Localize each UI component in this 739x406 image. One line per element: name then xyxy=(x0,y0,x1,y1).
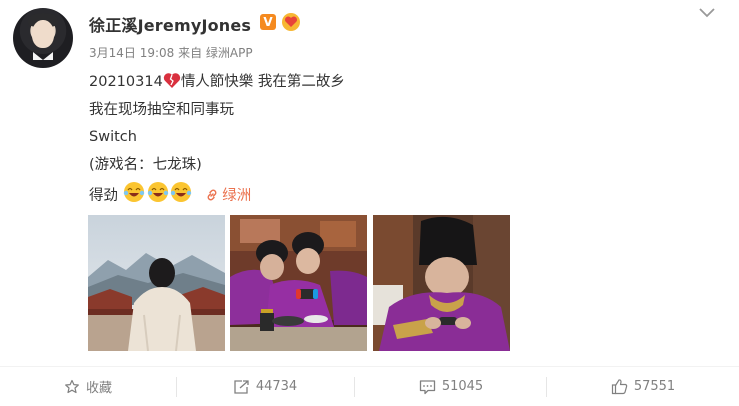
like-count: 57551 xyxy=(633,379,676,394)
text-line-2: 我在现场抽空和同事玩 xyxy=(89,101,234,118)
post-text: 20210314 情人節快樂 我在第二故乡 我在现场抽空和同事玩 Switch … xyxy=(89,71,345,209)
verified-badge: V xyxy=(260,14,276,30)
favorite-label: 收藏 xyxy=(85,381,112,396)
chevron-down-icon[interactable] xyxy=(697,5,717,21)
comment-button[interactable]: 51045 xyxy=(356,367,546,406)
avatar[interactable] xyxy=(13,8,73,68)
member-heart-icon xyxy=(282,13,300,31)
valentine-text: 情人節快樂 我在第二故乡 xyxy=(180,74,345,90)
comment-count: 51045 xyxy=(441,379,484,394)
laughing-emoji-icon xyxy=(123,182,191,202)
star-icon xyxy=(65,379,79,393)
comment-icon xyxy=(419,379,435,394)
action-separator xyxy=(354,377,355,397)
text-line-5-word: 得劲 xyxy=(89,188,118,204)
favorite-button[interactable]: 收藏 xyxy=(0,367,176,406)
thumbs-up-icon xyxy=(611,379,628,395)
weibo-post-card: 徐正溪JeremyJones V 3月14日 19:08 来自 绿洲APP 20… xyxy=(0,0,739,406)
text-line-4: (游戏名：七龙珠) xyxy=(89,156,202,173)
date-text: 20210314 xyxy=(89,74,163,90)
oasis-link-label: 绿洲 xyxy=(222,188,252,204)
avatar-collar xyxy=(33,52,53,60)
text-line-3: Switch xyxy=(89,129,137,145)
text-line-1: 20210314 情人節快樂 我在第二故乡 xyxy=(89,71,345,99)
username[interactable]: 徐正溪JeremyJones xyxy=(89,12,251,36)
text-line-5: 得劲 绿洲 xyxy=(89,181,345,209)
avatar-face xyxy=(32,20,54,48)
repost-icon xyxy=(234,379,249,394)
photo-mountain-view[interactable] xyxy=(88,215,225,351)
link-icon xyxy=(207,189,217,201)
photo-closeup[interactable] xyxy=(373,215,510,351)
photo-playing-switch[interactable] xyxy=(230,215,367,351)
like-button[interactable]: 57551 xyxy=(547,367,739,406)
repost-button[interactable]: 44734 xyxy=(177,367,353,406)
post-meta: 3月14日 19:08 来自 绿洲APP xyxy=(89,46,253,60)
repost-count: 44734 xyxy=(255,379,298,394)
broken-heart-icon xyxy=(163,73,180,88)
action-bar: 收藏 44734 51045 57551 xyxy=(0,367,739,406)
oasis-link[interactable]: 绿洲 xyxy=(205,188,251,204)
